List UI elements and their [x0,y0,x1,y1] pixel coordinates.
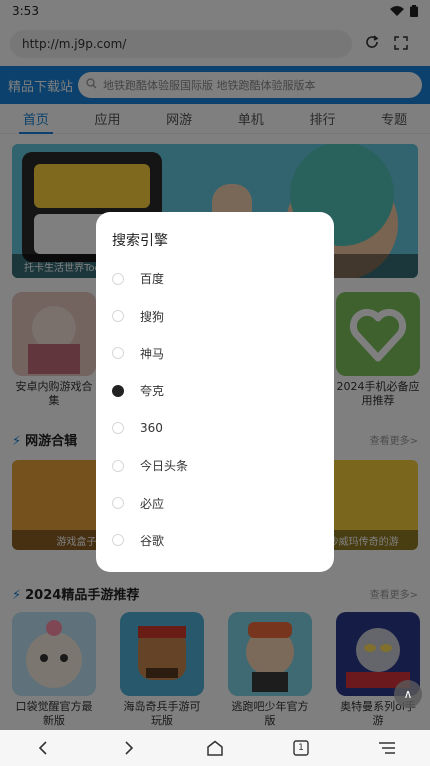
radio-button[interactable] [112,384,124,397]
back-button[interactable] [31,736,55,760]
tabs-button[interactable]: 1 [289,736,313,760]
engine-option-label: 百度 [140,272,165,287]
engine-option[interactable]: 必应 [112,484,318,521]
dialog-title: 搜索引擎 [112,233,168,249]
engine-option-label: 今日头条 [140,459,189,474]
tabs-count: 1 [298,743,304,753]
radio-button[interactable] [112,422,124,435]
engine-option-label: 360 [140,421,163,436]
engine-option[interactable]: 360 [112,410,318,447]
engine-option[interactable]: 神马 [112,335,318,372]
engine-option-label: 夸克 [140,384,165,399]
engine-option[interactable]: 今日头条 [112,447,318,484]
scroll-top-button[interactable]: ∧ [394,680,422,708]
browser-toolbar: 1 [0,730,430,766]
engine-option-label: 搜狗 [140,309,165,324]
chevron-up-icon: ∧ [403,687,413,701]
forward-button[interactable] [117,736,141,760]
radio-button[interactable] [112,347,124,360]
engine-option[interactable]: 夸克 [112,372,318,409]
home-icon [207,740,223,756]
radio-button[interactable] [112,497,124,510]
engine-option-label: 必应 [140,496,165,511]
home-button[interactable] [203,736,227,760]
engine-option[interactable]: 搜狗 [112,297,318,334]
radio-button[interactable] [112,459,124,472]
radio-button[interactable] [112,534,124,547]
search-engine-dialog: 搜索引擎 百度搜狗神马夸克 360 今日头条必应谷歌 [96,212,334,572]
menu-button[interactable] [375,736,399,760]
engine-option[interactable]: 百度 [112,260,318,297]
radio-button[interactable] [112,310,124,323]
engine-option-label: 神马 [140,346,165,361]
radio-button[interactable] [112,272,124,285]
engine-option[interactable]: 谷歌 [112,522,318,559]
menu-icon [379,742,395,754]
engine-options: 百度搜狗神马夸克 360 今日头条必应谷歌 [112,260,318,559]
chevron-right-icon [125,741,134,755]
chevron-left-icon [38,741,47,755]
engine-option-label: 谷歌 [140,533,165,548]
